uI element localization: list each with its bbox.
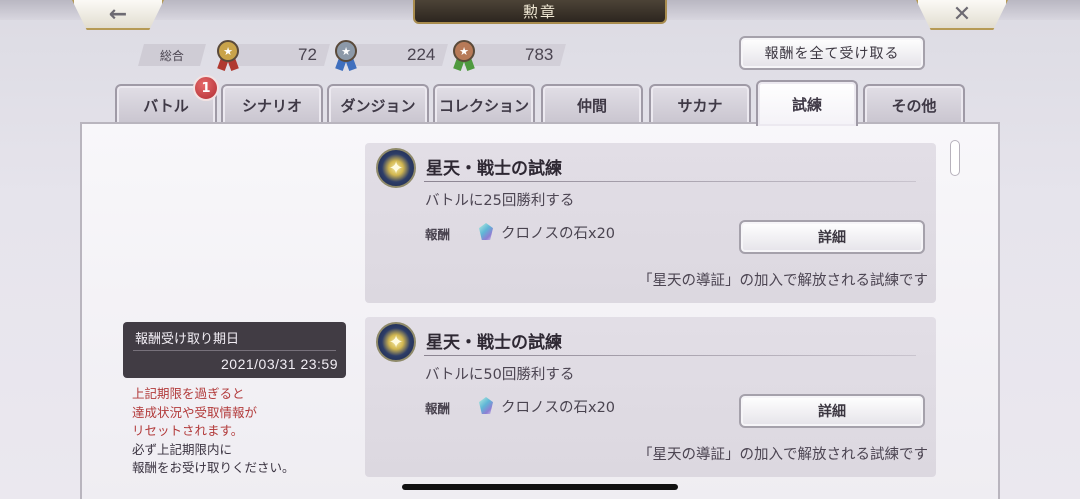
star-emblem-icon: ✦ [376, 148, 416, 188]
close-x-icon: ✕ [952, 1, 972, 27]
gold-medal-icon: ★ [215, 40, 241, 72]
tab-label: 試練 [791, 95, 822, 114]
divider [424, 181, 916, 182]
medal-summary: 総合 ★ 72 ★ 224 ★ 783 [138, 40, 566, 72]
tab-label: ダンジョン [340, 96, 416, 115]
claim-all-button[interactable]: 報酬を全て受け取る [739, 36, 925, 70]
detail-button[interactable]: 詳細 [739, 220, 925, 254]
chronos-stone-icon [479, 397, 493, 414]
notification-badge: 1 [193, 75, 219, 101]
tab-label: バトル [143, 96, 189, 115]
back-arrow-icon: ← [108, 1, 128, 27]
scroll-thumb[interactable] [950, 140, 960, 176]
gold-count-value: 72 [298, 45, 317, 64]
divider [424, 355, 916, 356]
tab-companions[interactable]: 仲間 [541, 84, 643, 124]
deadline-title: 報酬受け取り期日 [135, 332, 240, 347]
tab-label: その他 [891, 96, 937, 115]
trial-title: 星天・戦士の試練 [426, 159, 562, 179]
notice-warning-line: リセットされます。 [132, 423, 244, 438]
trial-card: ✦ 星天・戦士の試練 バトルに25回勝利する 報酬 クロノスの石x20 詳細 「… [365, 143, 936, 303]
tab-trials[interactable]: 試練 [756, 80, 858, 126]
notice-info-line: 報酬をお受け取りください。 [132, 460, 295, 475]
bronze-medal-icon: ★ [451, 40, 477, 72]
tab-label: シナリオ [241, 96, 302, 115]
trial-description: バトルに25回勝利する [425, 193, 575, 209]
chronos-stone-icon [479, 223, 493, 240]
trial-description: バトルに50回勝利する [425, 367, 575, 383]
deadline-notice: 上記期限を過ぎると 達成状況や受取情報が リセットされます。 必ず上記期限内に … [132, 385, 362, 478]
reward-label: 報酬 [425, 227, 451, 242]
unlock-condition: 「星天の導証」の加入で解放される試練です [638, 273, 928, 289]
reward-name: クロノスの石x20 [501, 400, 616, 416]
reward-name: クロノスの石x20 [501, 226, 616, 242]
deadline-box: 報酬受け取り期日 2021/03/31 23:59 [123, 322, 346, 378]
tab-collection[interactable]: コレクション [433, 84, 535, 124]
silver-medal-icon: ★ [333, 40, 359, 72]
detail-button[interactable]: 詳細 [739, 394, 925, 428]
tab-label: コレクション [438, 96, 529, 115]
scrollbar[interactable] [950, 140, 962, 480]
star-emblem-icon: ✦ [376, 322, 416, 362]
close-button[interactable]: ✕ [916, 0, 1008, 30]
silver-count-value: 224 [406, 45, 435, 64]
trial-card: ✦ 星天・戦士の試練 バトルに50回勝利する 報酬 クロノスの石x20 詳細 「… [365, 317, 936, 477]
notice-warning-line: 達成状況や受取情報が [132, 404, 258, 420]
summary-label-text: 総合 [159, 48, 184, 63]
divider [133, 350, 336, 351]
tab-scenario[interactable]: シナリオ [221, 84, 323, 124]
tab-label: サカナ [677, 96, 723, 115]
notice-info-line: 必ず上記期限内に [132, 441, 233, 457]
bronze-medal-count: ★ 783 [453, 40, 566, 72]
silver-medal-count: ★ 224 [335, 40, 448, 72]
tab-dungeon[interactable]: ダンジョン [327, 84, 429, 124]
summary-label: 総合 [138, 44, 206, 66]
tab-label: 仲間 [576, 96, 607, 115]
back-button[interactable]: ← [72, 0, 164, 30]
tab-other[interactable]: その他 [863, 84, 965, 124]
reward-label: 報酬 [425, 401, 451, 416]
bronze-count-value: 783 [524, 45, 553, 64]
page-title: 勲章 [413, 0, 667, 24]
trial-title: 星天・戦士の試練 [426, 333, 562, 353]
tab-fish[interactable]: サカナ [649, 84, 751, 124]
notice-warning-line: 上記期限を過ぎると [132, 386, 245, 401]
unlock-condition: 「星天の導証」の加入で解放される試練です [638, 447, 928, 463]
home-indicator[interactable] [402, 484, 678, 490]
gold-medal-count: ★ 72 [217, 40, 330, 72]
deadline-date: 2021/03/31 23:59 [221, 356, 338, 372]
